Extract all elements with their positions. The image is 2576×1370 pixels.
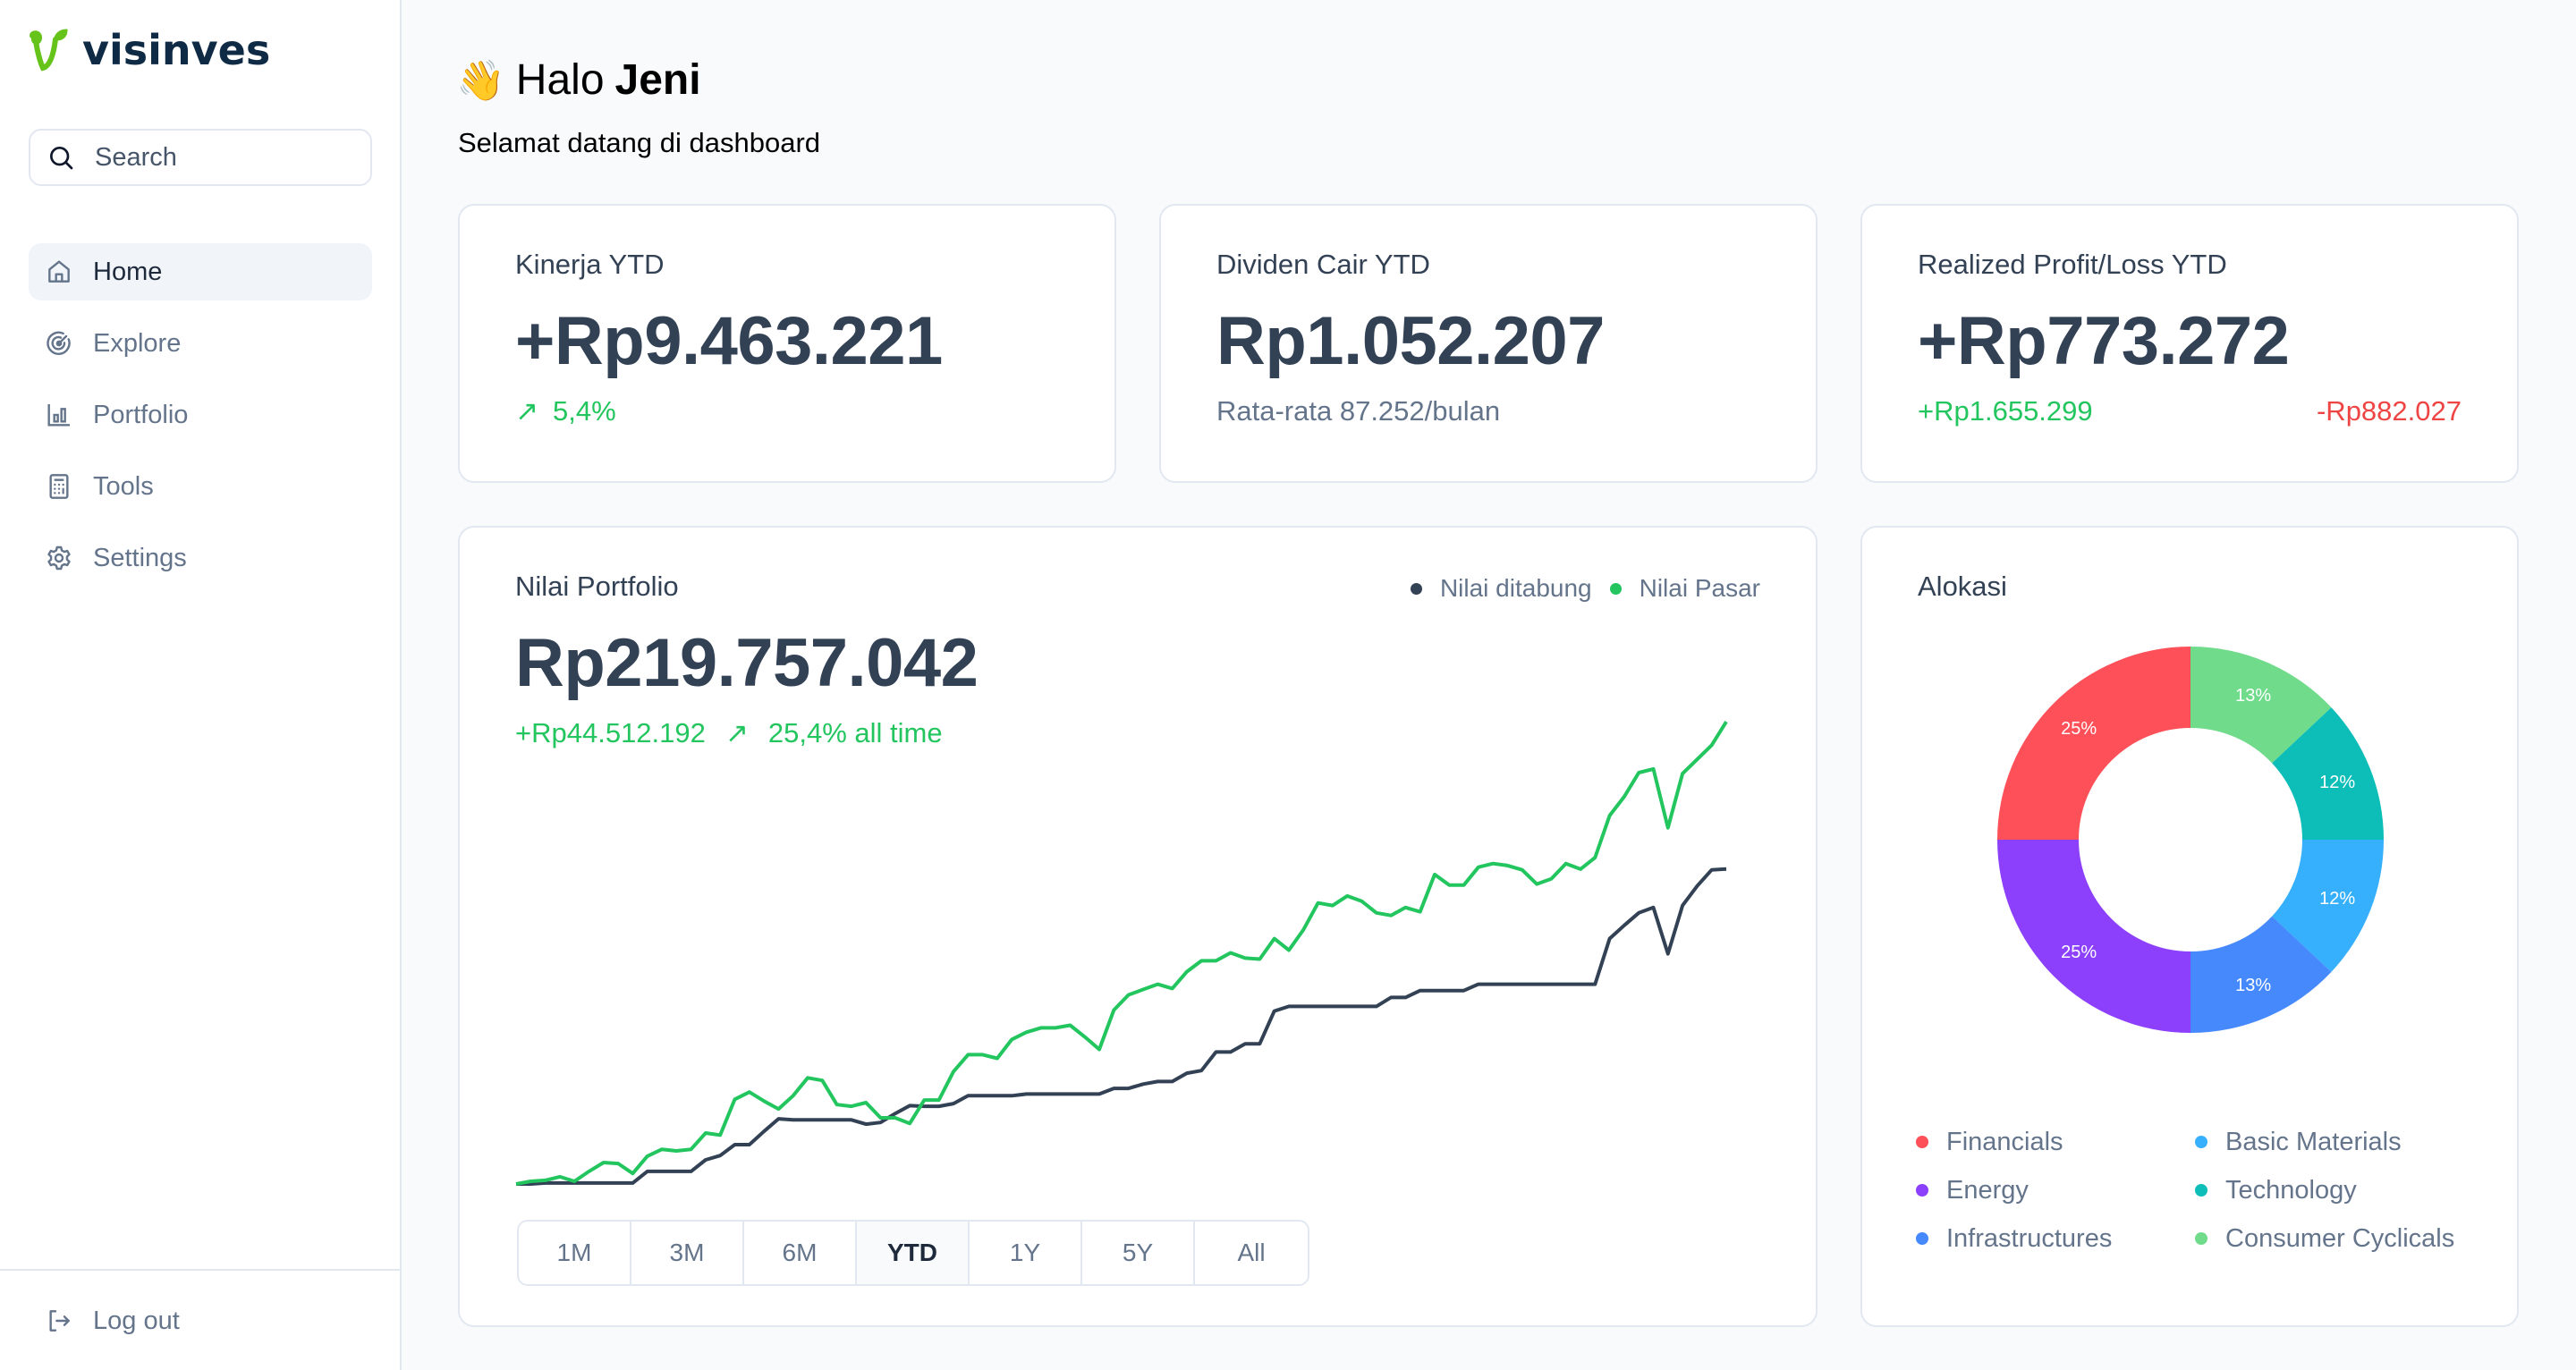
brand-logo[interactable]: visinves	[27, 23, 270, 77]
logout-label: Log out	[93, 1306, 180, 1335]
gear-icon	[47, 545, 71, 571]
legend-dot	[2195, 1184, 2207, 1197]
card-title: Dividen Cair YTD	[1216, 249, 1430, 280]
allocation-legend: Financials Basic Materials Energy Technolog…	[1916, 1127, 2488, 1254]
legend-item: Energy	[1916, 1175, 2195, 1205]
realized-card: Realized Profit/Loss YTD +Rp773.272 +Rp1…	[1860, 204, 2519, 483]
donut-slice-label: 13%	[2235, 686, 2271, 706]
range-button-ytd[interactable]: YTD	[857, 1222, 970, 1284]
legend-label: Consumer Cyclicals	[2225, 1223, 2455, 1253]
legend-dot	[1916, 1136, 1928, 1148]
dividen-card: Dividen Cair YTD Rp1.052.207 Rata-rata 8…	[1159, 204, 1818, 483]
legend-label: Nilai ditabung	[1439, 574, 1592, 602]
range-button-6m[interactable]: 6M	[744, 1222, 857, 1284]
series-line-nilai-ditabung	[516, 867, 1727, 1186]
legend-dot	[1609, 582, 1622, 595]
alokasi-card: Alokasi 13% 12% 12% 13% 25% 25% Financials Bas…	[1860, 526, 2519, 1327]
brand-name: visinves	[82, 26, 271, 74]
legend-label: Infrastructures	[1946, 1223, 2113, 1253]
range-button-3m[interactable]: 3M	[631, 1222, 744, 1284]
trend-up-icon: ↗	[515, 395, 538, 427]
home-icon	[48, 260, 70, 283]
legend-dot	[1916, 1232, 1928, 1245]
card-value: Rp1.052.207	[1216, 303, 1605, 379]
range-button-1y[interactable]: 1Y	[970, 1222, 1082, 1284]
search-icon	[50, 147, 73, 170]
portfolio-card: Nilai Portfolio Nilai ditabung Nilai Pas…	[458, 526, 1818, 1327]
sidebar-item-label: Settings	[93, 543, 187, 572]
waving-hand-icon: 👋	[456, 58, 505, 103]
sidebar-item-portfolio[interactable]: Portfolio	[29, 386, 372, 444]
portfolio-value: Rp219.757.042	[515, 625, 979, 701]
radar-icon	[47, 331, 71, 355]
calculator-icon	[49, 474, 69, 499]
range-button-5y[interactable]: 5Y	[1082, 1222, 1195, 1284]
sidebar-item-label: Portfolio	[93, 400, 189, 429]
card-value: +Rp773.272	[1918, 303, 2290, 379]
sidebar-item-tools[interactable]: Tools	[29, 458, 372, 515]
donut-slice-label: 12%	[2319, 773, 2355, 792]
change-indicator: ↗ 5,4%	[515, 395, 616, 427]
legend-item: Financials	[1916, 1127, 2195, 1157]
bar-chart-icon	[47, 404, 70, 427]
logout-button[interactable]: Log out	[29, 1292, 372, 1349]
greeting-subtitle: Selamat datang di dashboard	[458, 127, 821, 158]
logout-icon	[49, 1310, 70, 1332]
card-value: +Rp9.463.221	[515, 303, 943, 379]
gain-percent: 25,4% all time	[767, 717, 943, 748]
time-range-selector: 1M 3M 6M YTD 1Y 5Y All	[517, 1220, 1309, 1286]
card-title: Kinerja YTD	[515, 249, 665, 280]
series-line-nilai-pasar	[515, 721, 1728, 1186]
legend-dot	[2195, 1136, 2207, 1148]
trend-up-icon: ↗	[724, 717, 749, 748]
average-dividend: Rata-rata 87.252/bulan	[1216, 395, 1501, 427]
card-title: Realized Profit/Loss YTD	[1918, 249, 2227, 280]
legend-dot	[1410, 582, 1422, 595]
range-button-all[interactable]: All	[1195, 1222, 1308, 1284]
legend-label: Energy	[1946, 1175, 2029, 1205]
legend-label: Technology	[2225, 1175, 2357, 1205]
realized-profit: +Rp1.655.299	[1918, 395, 2093, 427]
realized-loss: -Rp882.027	[2316, 395, 2462, 427]
sprout-icon	[30, 29, 68, 72]
chart-legend: Nilai ditabung Nilai Pasar	[1410, 574, 1760, 603]
greeting-prefix: Halo	[515, 56, 605, 104]
sidebar-item-home[interactable]: Home	[29, 243, 372, 300]
range-button-1m[interactable]: 1M	[519, 1222, 631, 1284]
donut-slice-label: 12%	[2319, 889, 2355, 909]
donut-slice-label: 13%	[2235, 976, 2271, 995]
legend-dot	[1916, 1184, 1928, 1197]
legend-item: Basic Materials	[2195, 1127, 2488, 1157]
change-percent: 5,4%	[552, 395, 616, 427]
legend-item: Infrastructures	[1916, 1223, 2195, 1254]
legend-item: Technology	[2195, 1175, 2488, 1205]
search-input[interactable]	[95, 142, 363, 173]
legend-label: Financials	[1946, 1127, 2063, 1156]
sidebar-item-label: Explore	[93, 328, 182, 358]
donut-slice-label: 25%	[2061, 943, 2097, 962]
sidebar: visinves Home Explore Portfolio	[0, 0, 402, 1370]
sidebar-nav: Home Explore Portfolio Tools Settings	[29, 243, 372, 601]
donut-slice-financials[interactable]	[1997, 647, 2190, 840]
portfolio-gain: +Rp44.512.192 ↗ 25,4% all time	[515, 717, 943, 749]
legend-label: Nilai Pasar	[1639, 574, 1760, 602]
greeting-name: Jeni	[614, 56, 701, 104]
legend-dot	[2195, 1232, 2207, 1245]
legend-item: Nilai Pasar	[1609, 574, 1760, 603]
sidebar-item-settings[interactable]: Settings	[29, 529, 372, 587]
gain-amount: +Rp44.512.192	[515, 717, 706, 748]
donut-slice-energy[interactable]	[1997, 840, 2190, 1033]
sidebar-divider	[0, 1269, 400, 1271]
donut-slice-label: 25%	[2061, 719, 2097, 739]
legend-label: Basic Materials	[2225, 1127, 2402, 1156]
legend-item: Consumer Cyclicals	[2195, 1223, 2488, 1254]
legend-item: Nilai ditabung	[1410, 574, 1592, 603]
sidebar-item-explore[interactable]: Explore	[29, 315, 372, 372]
card-title: Nilai Portfolio	[515, 571, 679, 602]
search-box[interactable]	[29, 129, 372, 186]
sidebar-item-label: Tools	[93, 471, 154, 501]
kinerja-card: Kinerja YTD +Rp9.463.221 ↗ 5,4%	[458, 204, 1116, 483]
sidebar-item-label: Home	[93, 257, 163, 286]
greeting: 👋 Halo Jeni	[456, 55, 701, 105]
